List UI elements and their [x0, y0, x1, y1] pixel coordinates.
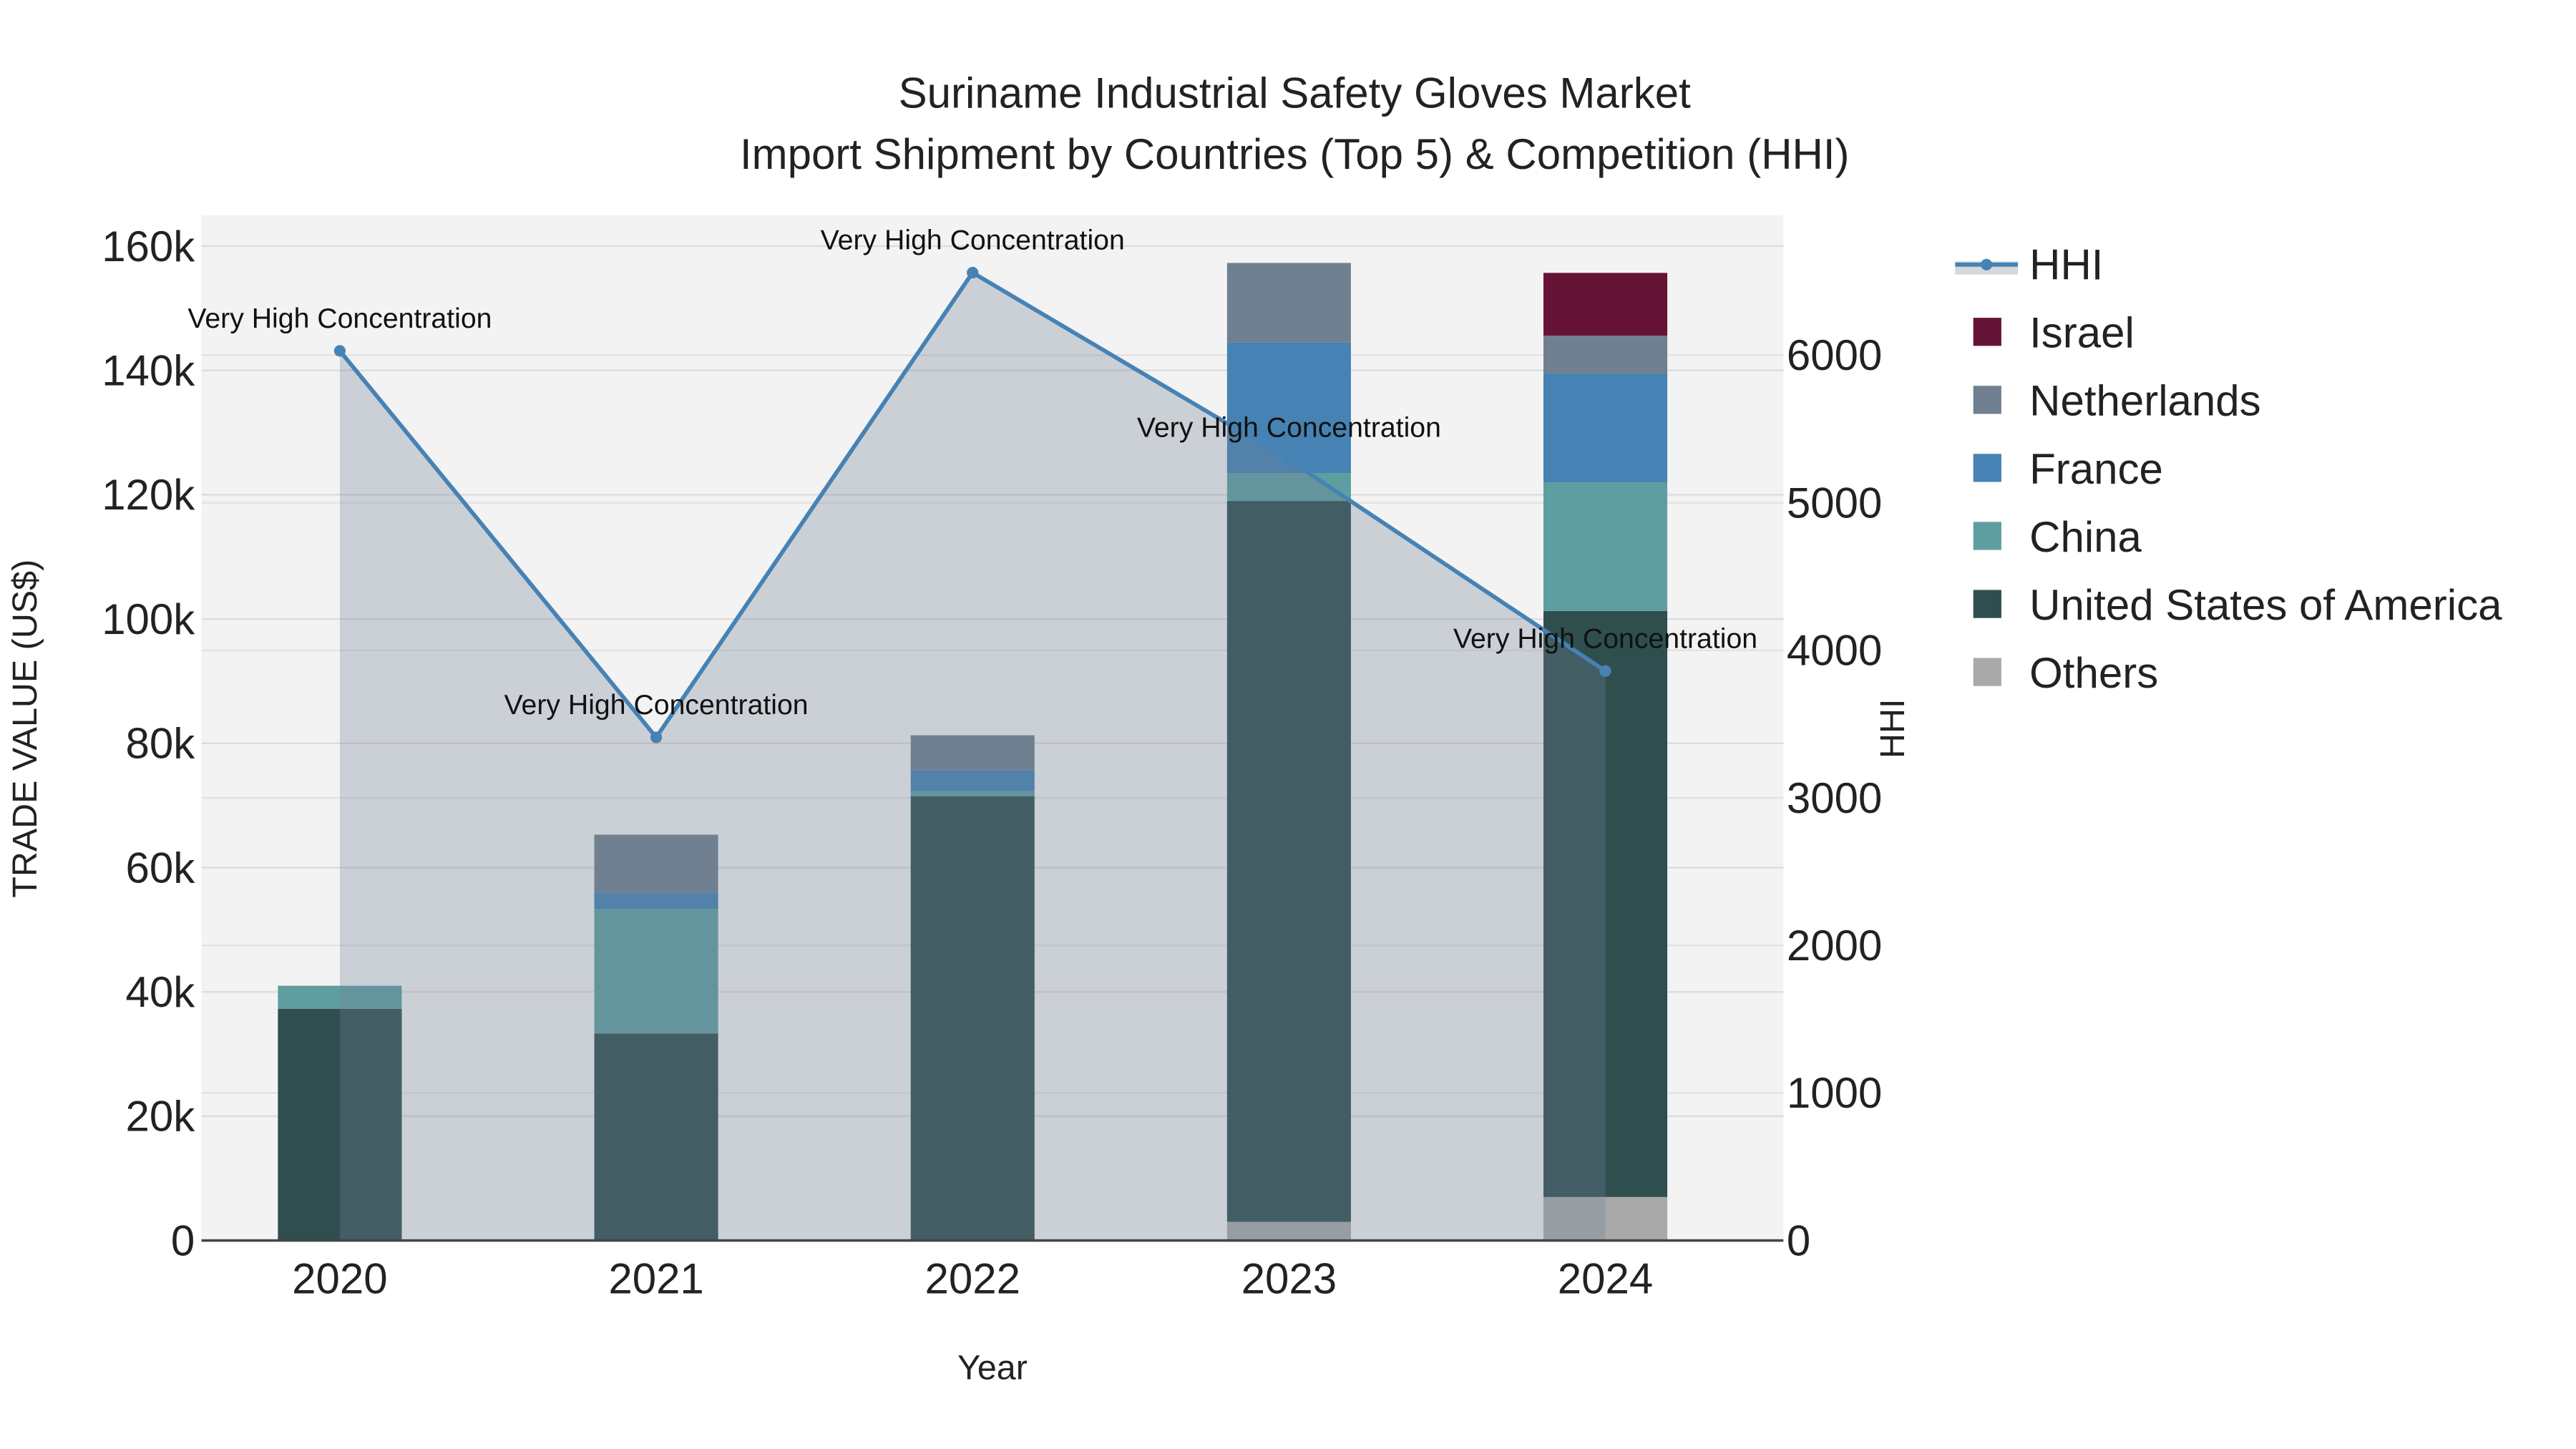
- legend-label: HHI: [2029, 241, 2103, 289]
- y-tick-label: 120k: [102, 471, 195, 519]
- legend-label: Others: [2029, 649, 2158, 697]
- legend-item-israel: Israel: [1973, 309, 2135, 357]
- x-tick-label: 2023: [1241, 1255, 1337, 1303]
- y-tick-label: 160k: [102, 223, 195, 270]
- y-tick-label: 80k: [126, 720, 196, 768]
- legend-swatch: [1973, 658, 2001, 686]
- y-tick-label: 60k: [126, 844, 196, 892]
- x-tick-label: 2021: [608, 1255, 703, 1303]
- hhi-annotation: Very High Concentration: [187, 303, 492, 334]
- y2-tick-label: 4000: [1787, 627, 1882, 675]
- y-tick-label: 0: [171, 1216, 195, 1264]
- x-tick-label: 2022: [924, 1255, 1020, 1303]
- hhi-point: [650, 731, 663, 743]
- y2-tick-label: 5000: [1787, 479, 1882, 527]
- hhi-annotation: Very High Concentration: [504, 689, 809, 721]
- y2-tick-label: 1000: [1787, 1069, 1882, 1117]
- bar-china: [1543, 482, 1668, 611]
- legend-swatch: [1973, 318, 2001, 346]
- y2-tick-label: 3000: [1787, 774, 1882, 822]
- y2-tick-label: 6000: [1787, 331, 1882, 379]
- chart-title-line1: Suriname Industrial Safety Gloves Market: [899, 69, 1691, 117]
- hhi-annotation: Very High Concentration: [1137, 412, 1441, 444]
- legend-label: Israel: [2029, 309, 2135, 357]
- bar-netherlands: [1226, 263, 1351, 343]
- x-axis-label: Year: [957, 1349, 1028, 1387]
- legend-item-france: France: [1973, 445, 2163, 493]
- y-axis-ticks: 0 20k 40k 60k 80k 100k 120k 140k 160k: [102, 223, 195, 1265]
- hhi-point: [967, 266, 979, 279]
- legend-label: United States of America: [2029, 581, 2502, 629]
- x-axis-ticks: 2020 2021 2022 2023 2024: [292, 1255, 1653, 1303]
- legend-item-united-states-of-america: United States of America: [1973, 581, 2502, 629]
- y2-axis-ticks: 0 1000 2000 3000 4000 5000 6000: [1787, 331, 1882, 1264]
- hhi-annotation: Very High Concentration: [1453, 623, 1757, 654]
- chart: Suriname Industrial Safety Gloves Market…: [6, 69, 2502, 1387]
- hhi-point: [333, 345, 346, 357]
- legend: HHI Israel Netherlands France China United St…: [1955, 241, 2502, 697]
- bar-netherlands: [1543, 336, 1668, 374]
- y2-axis-label: HHI: [1873, 699, 1912, 758]
- legend-item-china: China: [1973, 513, 2142, 561]
- legend-swatch: [1973, 522, 2001, 550]
- legend-swatch: [1973, 590, 2001, 618]
- legend-label: China: [2029, 513, 2142, 561]
- legend-item-netherlands: Netherlands: [1973, 377, 2261, 425]
- legend-item-hhi: HHI: [1955, 241, 2103, 289]
- hhi-annotation: Very High Concentration: [821, 225, 1125, 256]
- x-tick-label: 2020: [292, 1255, 387, 1303]
- y-tick-label: 100k: [102, 595, 195, 643]
- legend-swatch-marker: [1981, 258, 1993, 270]
- x-tick-label: 2024: [1558, 1255, 1653, 1303]
- legend-swatch: [1973, 454, 2001, 482]
- legend-item-others: Others: [1973, 649, 2158, 697]
- chart-title-line2: Import Shipment by Countries (Top 5) & C…: [740, 130, 1850, 178]
- bar-france: [1543, 374, 1668, 483]
- y-tick-label: 40k: [126, 968, 196, 1016]
- y2-tick-label: 2000: [1787, 922, 1882, 970]
- hhi-point: [1283, 454, 1295, 466]
- y2-tick-label: 0: [1787, 1216, 1810, 1264]
- bar-israel: [1543, 273, 1668, 336]
- y-tick-label: 20k: [126, 1093, 196, 1141]
- legend-label: Netherlands: [2029, 377, 2261, 425]
- hhi-point: [1599, 665, 1611, 677]
- legend-swatch: [1973, 386, 2001, 414]
- legend-label: France: [2029, 445, 2163, 493]
- y-axis-label: TRADE VALUE (US$): [6, 560, 44, 898]
- y-tick-label: 140k: [102, 346, 195, 394]
